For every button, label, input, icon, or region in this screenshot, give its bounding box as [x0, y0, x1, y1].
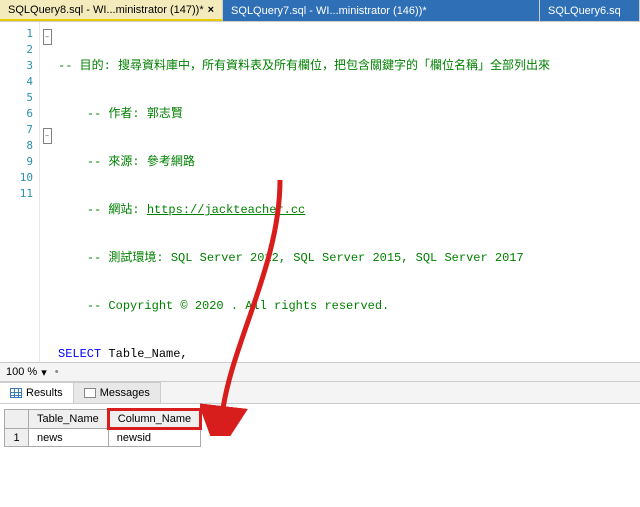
cell-column-name: newsid: [108, 429, 200, 447]
fold-toggle-icon[interactable]: –: [43, 29, 52, 45]
tab-results[interactable]: Results: [0, 382, 74, 403]
grid-icon: [10, 388, 22, 398]
keyword: SELECT: [58, 347, 101, 361]
comment-line: -- 網站:: [87, 203, 147, 217]
tab-label: Results: [26, 387, 63, 399]
col-header-column-name[interactable]: Column_Name: [108, 410, 200, 429]
line-number-gutter: 1 2 3 4 5 6 7 8 9 10 11: [0, 22, 40, 362]
row-number: 1: [5, 429, 29, 447]
code-area[interactable]: -- 目的: 搜尋資料庫中，所有資料表及所有欄位，把包含關鍵字的「欄位名稱」全部…: [54, 22, 640, 362]
zoom-value: 100 %: [6, 366, 37, 378]
comment-line: -- 目的: 搜尋資料庫中，所有資料表及所有欄位，把包含關鍵字的「欄位名稱」全部…: [58, 59, 550, 73]
table-header-row: Table_Name Column_Name: [5, 410, 201, 429]
tab-label: Messages: [100, 387, 150, 399]
tab-label: SQLQuery6.sq: [548, 5, 621, 17]
cell-table-name: news: [29, 429, 109, 447]
chevron-down-icon[interactable]: ▾: [41, 366, 47, 379]
table-row[interactable]: 1 news newsid: [5, 429, 201, 447]
tab-messages[interactable]: Messages: [74, 382, 161, 403]
message-icon: [84, 388, 96, 398]
fold-gutter: – –: [40, 22, 54, 362]
tab-label: SQLQuery8.sql - WI...ministrator (147))*: [8, 4, 204, 16]
close-icon[interactable]: ×: [208, 4, 214, 16]
comment-line: -- 來源: 參考網路: [87, 155, 195, 169]
zoom-control[interactable]: 100 % ▾ •: [0, 362, 640, 382]
comment-line: -- 作者: 郭志賢: [87, 107, 183, 121]
results-grid[interactable]: Table_Name Column_Name 1 news newsid: [4, 408, 202, 447]
code-editor[interactable]: 1 2 3 4 5 6 7 8 9 10 11 – – -- 目的: 搜尋資料庫…: [0, 22, 640, 362]
results-grid-wrap: Table_Name Column_Name 1 news newsid: [0, 404, 640, 447]
url-link[interactable]: https://jackteacher.cc: [147, 203, 305, 217]
file-tabs: SQLQuery8.sql - WI...ministrator (147))*…: [0, 0, 640, 22]
comment-line: -- 測試環境: SQL Server 2012, SQL Server 201…: [87, 251, 524, 265]
tab-label: SQLQuery7.sql - WI...ministrator (146))*: [231, 5, 427, 17]
tab-file-2[interactable]: SQLQuery7.sql - WI...ministrator (146))*: [223, 0, 540, 21]
results-tabbar: Results Messages: [0, 382, 640, 404]
tab-file-3[interactable]: SQLQuery6.sq: [540, 0, 640, 21]
tab-file-1[interactable]: SQLQuery8.sql - WI...ministrator (147))*…: [0, 0, 223, 21]
comment-line: -- Copyright © 2020 . All rights reserve…: [87, 299, 389, 313]
fold-toggle-icon[interactable]: –: [43, 128, 52, 144]
row-header-blank: [5, 410, 29, 429]
col-header-table-name[interactable]: Table_Name: [29, 410, 109, 429]
